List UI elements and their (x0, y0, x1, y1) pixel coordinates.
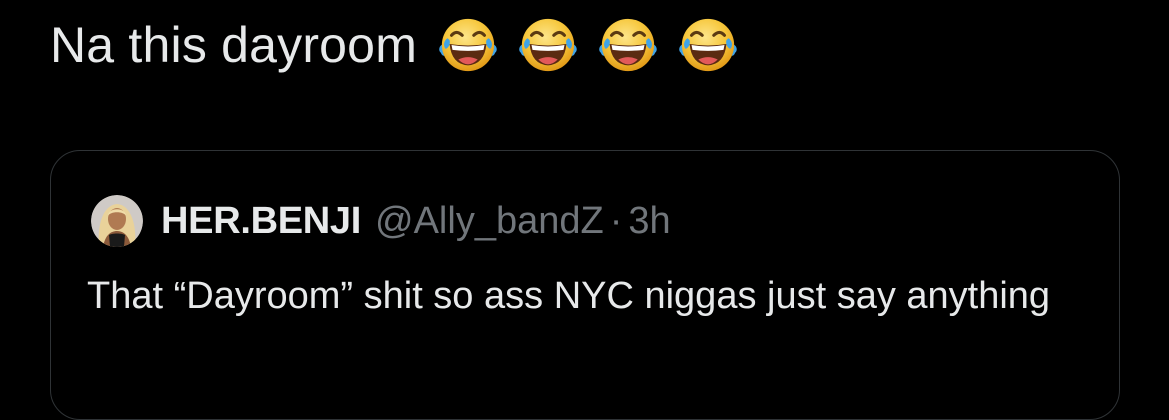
quoted-tweet-header: HER.BENJI @Ally_bandZ · 3h (91, 195, 671, 247)
quoted-tweet-card[interactable]: HER.BENJI @Ally_bandZ · 3h That “Dayroom… (50, 150, 1120, 420)
face-with-tears-of-joy-icon (517, 14, 579, 76)
quoted-tweet-text: That “Dayroom” shit so ass NYC niggas ju… (87, 275, 1051, 317)
avatar[interactable] (91, 195, 143, 247)
face-with-tears-of-joy-icon (677, 14, 739, 76)
emoji-row (437, 14, 739, 76)
face-with-tears-of-joy-icon (597, 14, 659, 76)
separator-dot: · (609, 199, 623, 242)
user-handle[interactable]: @Ally_bandZ (375, 200, 604, 243)
tweet-text: Na this dayroom (50, 10, 739, 80)
display-name[interactable]: HER.BENJI (161, 200, 361, 243)
face-with-tears-of-joy-icon (437, 14, 499, 76)
tweet-text-content: Na this dayroom (50, 17, 418, 73)
timestamp[interactable]: 3h (628, 200, 670, 243)
